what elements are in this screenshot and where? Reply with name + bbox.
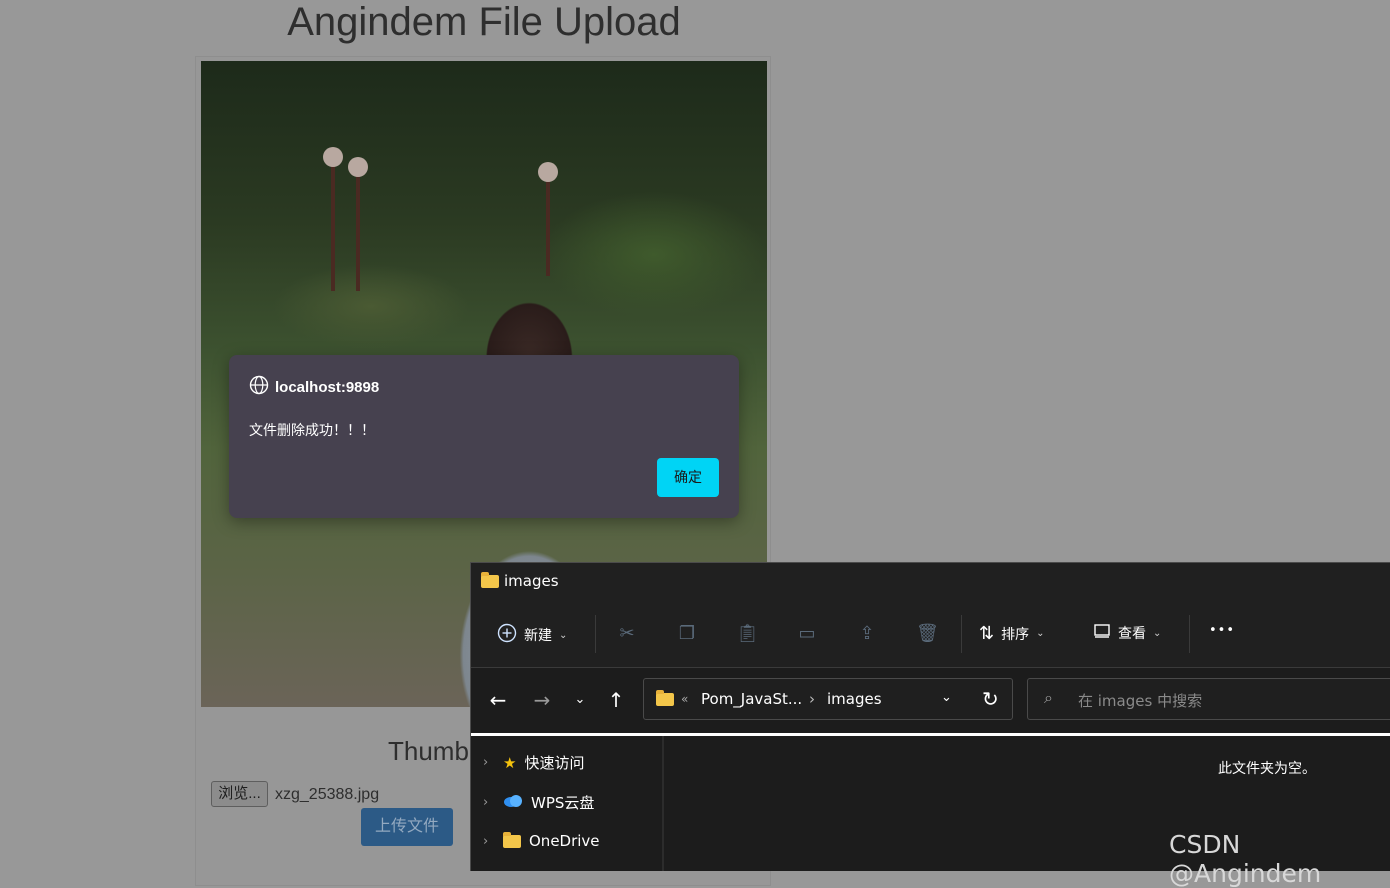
alert-dialog: localhost:9898 文件删除成功！！！ 确定 (229, 355, 739, 518)
explorer-title: images (504, 572, 559, 590)
share-icon[interactable]: ⇪ (856, 623, 878, 645)
copy-icon[interactable]: ❐ (676, 623, 698, 645)
chevron-down-icon: ⌄ (1036, 628, 1045, 639)
sidebar-item-label: 快速访问 (524, 754, 585, 772)
folder-icon (656, 690, 674, 706)
more-button[interactable]: ••• (1209, 623, 1235, 638)
sidebar-item-wps-cloud[interactable]: › WPS云盘 (483, 792, 594, 813)
search-placeholder: 在 images 中搜索 (1078, 692, 1203, 710)
folder-icon (503, 831, 521, 848)
empty-folder-message: 此文件夹为空。 (1218, 761, 1316, 777)
view-button[interactable]: 查看 ⌄ (1093, 623, 1161, 643)
dialog-origin: localhost:9898 (249, 375, 379, 399)
explorer-toolbar: 新建 ⌄ ✂ ❐ 📋︎ ▭ ⇪ 🗑︎ ⇅ 排序 ⌄ 查看 ⌄ ••• (471, 601, 1390, 668)
breadcrumb-parent[interactable]: Pom_JavaSt... (701, 690, 802, 708)
sidebar-item-label: WPS云盘 (531, 794, 595, 812)
search-icon: ⌕ (1044, 688, 1053, 707)
explorer-titlebar[interactable]: images (471, 563, 1390, 601)
browse-button[interactable]: 浏览... (211, 781, 268, 807)
chevron-down-icon: ⌄ (559, 629, 568, 641)
chevron-right-icon: › (483, 755, 489, 770)
upload-button[interactable]: 上传文件 (361, 808, 453, 846)
ok-button[interactable]: 确定 (657, 458, 719, 497)
chevron-down-icon[interactable]: ⌄ (568, 688, 592, 712)
dialog-message: 文件删除成功！！！ (249, 422, 375, 438)
toolbar-divider (961, 615, 962, 653)
breadcrumb-separator: › (809, 690, 815, 708)
chevron-right-icon: › (483, 833, 489, 849)
up-arrow-icon[interactable]: ↑ (604, 688, 628, 712)
chevron-down-icon[interactable]: ⌄ (941, 690, 952, 705)
address-bar[interactable]: « Pom_JavaSt... › images ⌄ ↻ (643, 678, 1013, 720)
paste-icon[interactable]: 📋︎ (736, 623, 759, 645)
navigation-pane: › ★ 快速访问 › WPS云盘 › OneDrive (471, 736, 664, 871)
cloud-icon (503, 794, 523, 812)
rename-icon[interactable]: ▭ (796, 623, 818, 645)
sidebar-item-quick-access[interactable]: › ★ 快速访问 (483, 752, 584, 773)
view-label: 查看 (1118, 626, 1146, 642)
sidebar-item-label: OneDrive (529, 832, 600, 850)
card-caption: Thumb (388, 736, 469, 766)
selected-file-name: xzg_25388.jpg (275, 786, 380, 803)
chevron-right-icon: › (483, 795, 489, 810)
refresh-icon[interactable]: ↻ (982, 687, 999, 711)
watermark: CSDN @Angindem (1169, 830, 1322, 888)
plus-circle-icon (497, 623, 517, 647)
sort-button[interactable]: ⇅ 排序 ⌄ (979, 623, 1044, 644)
sort-icon: ⇅ (979, 623, 995, 644)
explorer-navbar: ← → ⌄ ↑ « Pom_JavaSt... › images ⌄ ↻ ⌕ 在… (471, 668, 1390, 732)
breadcrumb-overflow[interactable]: « (681, 692, 688, 706)
back-arrow-icon[interactable]: ← (486, 688, 510, 712)
view-icon (1093, 623, 1111, 643)
page-title: Angindem File Upload (287, 0, 681, 44)
delete-icon[interactable]: 🗑︎ (916, 623, 939, 645)
forward-arrow-icon[interactable]: → (530, 688, 554, 712)
toolbar-divider (595, 615, 596, 653)
new-label: 新建 (524, 628, 552, 644)
cut-icon[interactable]: ✂ (616, 623, 638, 645)
search-input[interactable]: ⌕ 在 images 中搜索 (1027, 678, 1390, 720)
toolbar-divider (1189, 615, 1190, 653)
chevron-down-icon: ⌄ (1153, 627, 1162, 639)
folder-icon (481, 572, 499, 588)
sidebar-item-onedrive[interactable]: › OneDrive (483, 831, 600, 850)
file-explorer-window: images 新建 ⌄ ✂ ❐ 📋︎ ▭ ⇪ 🗑︎ ⇅ 排序 ⌄ 查看 ⌄ ••… (470, 562, 1390, 871)
sort-label: 排序 (1001, 626, 1030, 643)
dialog-origin-text: localhost:9898 (275, 378, 380, 396)
new-button[interactable]: 新建 ⌄ (497, 623, 567, 647)
star-icon: ★ (503, 753, 517, 772)
breadcrumb-current[interactable]: images (827, 690, 882, 708)
globe-icon (249, 375, 269, 399)
